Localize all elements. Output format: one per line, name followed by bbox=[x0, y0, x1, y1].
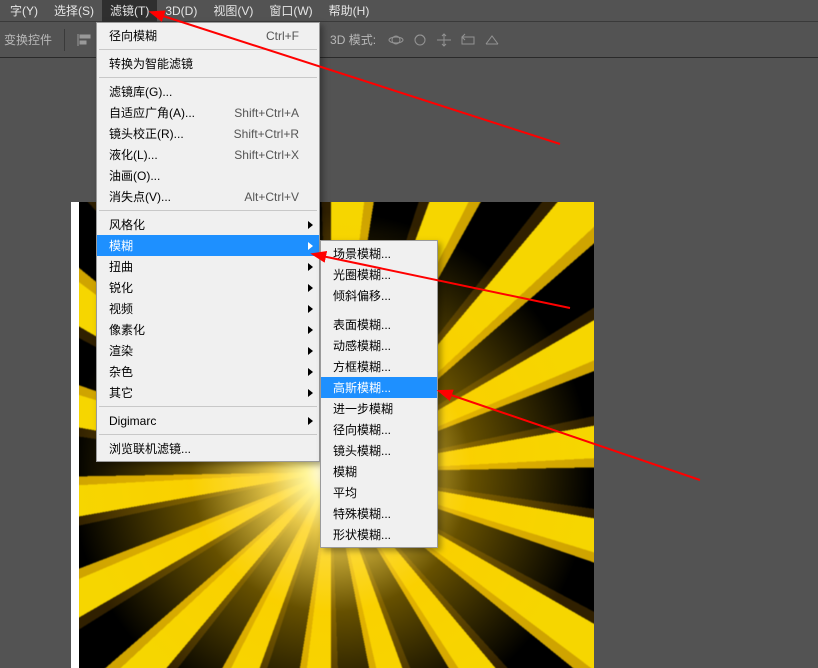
filter-vanishing-point[interactable]: 消失点(V)... Alt+Ctrl+V bbox=[97, 186, 319, 207]
filter-group-distort[interactable]: 扭曲 bbox=[97, 256, 319, 277]
blur-average[interactable]: 平均 bbox=[321, 482, 437, 503]
blur-tilt-shift[interactable]: 倾斜偏移... bbox=[321, 285, 437, 306]
filter-group-video[interactable]: 视频 bbox=[97, 298, 319, 319]
menubar: 字(Y) 选择(S) 滤镜(T) 3D(D) 视图(V) 窗口(W) 帮助(H) bbox=[0, 0, 818, 22]
blur-surface[interactable]: 表面模糊... bbox=[321, 314, 437, 335]
submenu-arrow-icon bbox=[308, 305, 313, 313]
orbit-3d-icon[interactable] bbox=[386, 31, 406, 49]
menu-3d[interactable]: 3D(D) bbox=[157, 1, 205, 21]
menu-separator bbox=[99, 406, 317, 407]
menu-select[interactable]: 选择(S) bbox=[46, 0, 102, 22]
submenu-arrow-icon bbox=[308, 284, 313, 292]
submenu-arrow-icon bbox=[308, 368, 313, 376]
filter-group-noise[interactable]: 杂色 bbox=[97, 361, 319, 382]
menu-separator bbox=[99, 210, 317, 211]
submenu-arrow-icon bbox=[308, 326, 313, 334]
blur-field[interactable]: 场景模糊... bbox=[321, 243, 437, 264]
filter-convert-smart[interactable]: 转换为智能滤镜 bbox=[97, 53, 319, 74]
blur-gaussian[interactable]: 高斯模糊... bbox=[321, 377, 437, 398]
roll-3d-icon[interactable] bbox=[410, 31, 430, 49]
blur-shape[interactable]: 形状模糊... bbox=[321, 524, 437, 545]
slide-3d-icon[interactable] bbox=[458, 31, 478, 49]
menu-window[interactable]: 窗口(W) bbox=[261, 0, 320, 22]
menu-separator bbox=[99, 49, 317, 50]
menu-view[interactable]: 视图(V) bbox=[205, 0, 261, 22]
menu-filter[interactable]: 滤镜(T) bbox=[102, 0, 157, 22]
filter-gallery[interactable]: 滤镜库(G)... bbox=[97, 81, 319, 102]
blur-submenu: 场景模糊... 光圈模糊... 倾斜偏移... 表面模糊... 动感模糊... … bbox=[320, 240, 438, 548]
filter-browse-online[interactable]: 浏览联机滤镜... bbox=[97, 438, 319, 459]
menu-gap bbox=[321, 306, 437, 314]
submenu-arrow-icon bbox=[308, 389, 313, 397]
blur-box[interactable]: 方框模糊... bbox=[321, 356, 437, 377]
mode-3d-label: 3D 模式: bbox=[330, 31, 376, 48]
filter-adaptive-wide-angle[interactable]: 自适应广角(A)... Shift+Ctrl+A bbox=[97, 102, 319, 123]
divider bbox=[64, 29, 65, 51]
scale-3d-icon[interactable] bbox=[482, 31, 502, 49]
canvas-left-margin bbox=[71, 202, 79, 668]
blur-more[interactable]: 进一步模糊 bbox=[321, 398, 437, 419]
blur-motion[interactable]: 动感模糊... bbox=[321, 335, 437, 356]
menu-help[interactable]: 帮助(H) bbox=[321, 0, 378, 22]
pan-3d-icon[interactable] bbox=[434, 31, 454, 49]
filter-group-render[interactable]: 渲染 bbox=[97, 340, 319, 361]
submenu-arrow-icon bbox=[308, 347, 313, 355]
transform-controls-label: 变换控件 bbox=[4, 31, 58, 48]
filter-oil-paint[interactable]: 油画(O)... bbox=[97, 165, 319, 186]
menu-type[interactable]: 字(Y) bbox=[2, 0, 46, 22]
submenu-arrow-icon bbox=[308, 221, 313, 229]
filter-menu: 径向模糊 Ctrl+F 转换为智能滤镜 滤镜库(G)... 自适应广角(A)..… bbox=[96, 22, 320, 462]
submenu-arrow-icon bbox=[308, 417, 313, 425]
filter-group-sharpen[interactable]: 锐化 bbox=[97, 277, 319, 298]
filter-group-other[interactable]: 其它 bbox=[97, 382, 319, 403]
menu-separator bbox=[99, 434, 317, 435]
blur-lens[interactable]: 镜头模糊... bbox=[321, 440, 437, 461]
filter-group-stylize[interactable]: 风格化 bbox=[97, 214, 319, 235]
submenu-arrow-icon bbox=[308, 263, 313, 271]
blur-smart[interactable]: 特殊模糊... bbox=[321, 503, 437, 524]
align-left-icon[interactable] bbox=[71, 27, 99, 53]
blur-radial[interactable]: 径向模糊... bbox=[321, 419, 437, 440]
mode-3d-icon-group bbox=[386, 31, 502, 49]
filter-last[interactable]: 径向模糊 Ctrl+F bbox=[97, 25, 319, 46]
submenu-arrow-icon bbox=[308, 242, 313, 250]
menu-separator bbox=[99, 77, 317, 78]
filter-group-pixelate[interactable]: 像素化 bbox=[97, 319, 319, 340]
blur-iris[interactable]: 光圈模糊... bbox=[321, 264, 437, 285]
filter-digimarc[interactable]: Digimarc bbox=[97, 410, 319, 431]
filter-group-blur[interactable]: 模糊 bbox=[97, 235, 319, 256]
blur-blur[interactable]: 模糊 bbox=[321, 461, 437, 482]
filter-lens-correction[interactable]: 镜头校正(R)... Shift+Ctrl+R bbox=[97, 123, 319, 144]
filter-liquify[interactable]: 液化(L)... Shift+Ctrl+X bbox=[97, 144, 319, 165]
